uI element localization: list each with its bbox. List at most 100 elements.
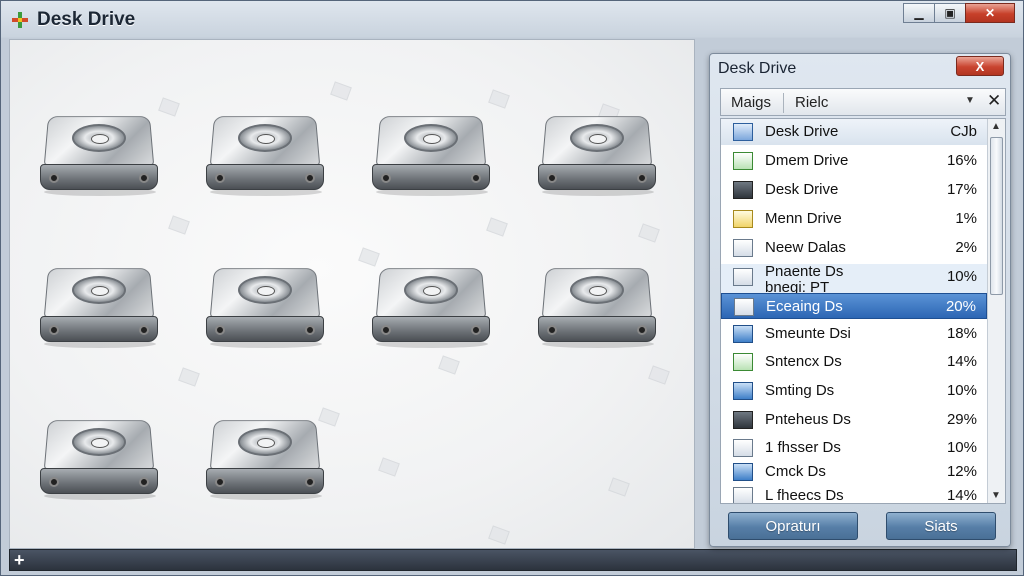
drive-led	[547, 173, 557, 183]
drive-icon	[733, 123, 753, 141]
paper-decoration	[158, 97, 180, 117]
scroll-up-icon[interactable]: ▲	[991, 121, 1001, 132]
drive-hub	[570, 276, 624, 304]
list-item[interactable]: Desk Drive 17%	[721, 177, 987, 203]
minimize-icon: ▁	[914, 6, 924, 20]
hard-drive-icon[interactable]	[38, 114, 160, 196]
paper-decoration	[638, 223, 660, 243]
list-item[interactable]: Eceaing Ds 20%	[721, 293, 987, 319]
drive-led	[637, 325, 647, 335]
maximize-button[interactable]: ▣	[934, 3, 966, 23]
drive-panel: Desk Drive X Maigs Rielc ▼ ✕ Desk Drive …	[709, 53, 1011, 547]
document-icon	[734, 298, 754, 316]
list-item[interactable]: Neew Dalas 2%	[721, 235, 987, 261]
hard-drive-icon[interactable]	[204, 266, 326, 348]
list-item[interactable]: 1 fhsser Ds 10%	[721, 435, 987, 461]
primary-button[interactable]: Opraturı	[728, 512, 858, 540]
list-item-value: 12%	[946, 463, 977, 480]
drive-hub	[72, 124, 126, 152]
list-item[interactable]: Menn Drive 1%	[721, 206, 987, 232]
paper-decoration	[178, 367, 200, 387]
secondary-button[interactable]: Siats	[886, 512, 996, 540]
list-item[interactable]: Cmck Ds 12%	[721, 459, 987, 485]
drive-led	[471, 173, 481, 183]
file-icon	[733, 210, 753, 228]
paper-decoration	[438, 355, 460, 375]
file-icon	[733, 325, 753, 343]
hard-drive-icon[interactable]	[204, 418, 326, 500]
clear-filter-icon[interactable]: ✕	[987, 91, 1001, 111]
file-icon	[733, 181, 753, 199]
list-item-value: 10%	[946, 439, 977, 456]
list-item[interactable]: Smting Ds 10%	[721, 378, 987, 404]
drive-hub	[570, 124, 624, 152]
paper-decoration	[486, 217, 508, 237]
list-item-value: 1%	[955, 210, 977, 227]
drive-led	[305, 173, 315, 183]
paper-decoration	[488, 525, 510, 545]
filter-left-label[interactable]: Maigs	[731, 94, 771, 111]
drive-hub	[72, 276, 126, 304]
filter-right-label[interactable]: Rielc	[795, 94, 828, 111]
filter-bar: Maigs Rielc ▼ ✕	[720, 88, 1006, 116]
paper-decoration	[378, 457, 400, 477]
hard-drive-icon[interactable]	[204, 114, 326, 196]
drive-led	[139, 477, 149, 487]
add-button[interactable]: +	[14, 550, 25, 571]
minimize-button[interactable]: ▁	[903, 3, 935, 23]
scroll-thumb[interactable]	[990, 137, 1003, 295]
drive-led	[49, 477, 59, 487]
drive-front	[206, 468, 324, 494]
list-item-name: Neew Dalas	[765, 239, 846, 256]
drive-led	[49, 325, 59, 335]
list-item[interactable]: Sntencx Ds 14%	[721, 349, 987, 375]
list-item-value: 2%	[955, 239, 977, 256]
hard-drive-icon[interactable]	[38, 266, 160, 348]
app-icon	[12, 12, 28, 28]
hard-drive-icon[interactable]	[536, 114, 658, 196]
list-header-name: Desk Drive	[765, 123, 839, 140]
drive-led	[381, 325, 391, 335]
drive-front	[538, 164, 656, 190]
drive-led	[547, 325, 557, 335]
hard-drive-icon[interactable]	[536, 266, 658, 348]
hard-drive-icon[interactable]	[370, 266, 492, 348]
drive-led	[637, 173, 647, 183]
drive-led	[215, 173, 225, 183]
drive-hub	[72, 428, 126, 456]
main-window: Desk Drive ▁ ▣ ✕ + Desk Drive X Maigs Ri…	[0, 0, 1024, 576]
list-item-name: Menn Drive	[765, 210, 842, 227]
list-item-name: Pnaente Ds bnegi: PT	[765, 263, 844, 296]
close-button[interactable]: ✕	[965, 3, 1015, 23]
drive-front	[40, 468, 158, 494]
file-icon	[733, 411, 753, 429]
drive-canvas	[9, 39, 695, 549]
file-icon	[733, 353, 753, 371]
file-icon	[733, 382, 753, 400]
list-item[interactable]: Dmem Drive 16%	[721, 148, 987, 174]
hard-drive-icon[interactable]	[370, 114, 492, 196]
chevron-down-icon[interactable]: ▼	[965, 95, 975, 106]
paper-decoration	[330, 81, 352, 101]
drive-hub	[404, 276, 458, 304]
hard-drive-icon[interactable]	[38, 418, 160, 500]
paper-decoration	[168, 215, 190, 235]
scroll-down-icon[interactable]: ▼	[991, 490, 1001, 501]
drive-list: Desk Drive CJb Dmem Drive 16% Desk Drive 17…	[720, 118, 1006, 504]
list-item[interactable]: Smeunte Dsi 18%	[721, 321, 987, 347]
list-scrollbar[interactable]: ▲ ▼	[987, 119, 1005, 503]
list-item-name: Cmck Ds	[765, 463, 826, 480]
drive-led	[381, 173, 391, 183]
paper-decoration	[358, 247, 380, 267]
list-item[interactable]: L fheecs Ds 14%	[721, 483, 987, 503]
list-item[interactable]: Pnteheus Ds 29%	[721, 407, 987, 433]
panel-close-button[interactable]: X	[956, 56, 1004, 76]
list-item-name: Dmem Drive	[765, 152, 849, 169]
drive-hub	[238, 276, 292, 304]
drive-led	[305, 325, 315, 335]
chart-icon	[733, 463, 753, 481]
status-bar: +	[9, 549, 1017, 571]
list-header-row[interactable]: Desk Drive CJb	[721, 119, 987, 145]
paper-decoration	[648, 365, 670, 385]
list-item-value: 29%	[946, 411, 977, 428]
